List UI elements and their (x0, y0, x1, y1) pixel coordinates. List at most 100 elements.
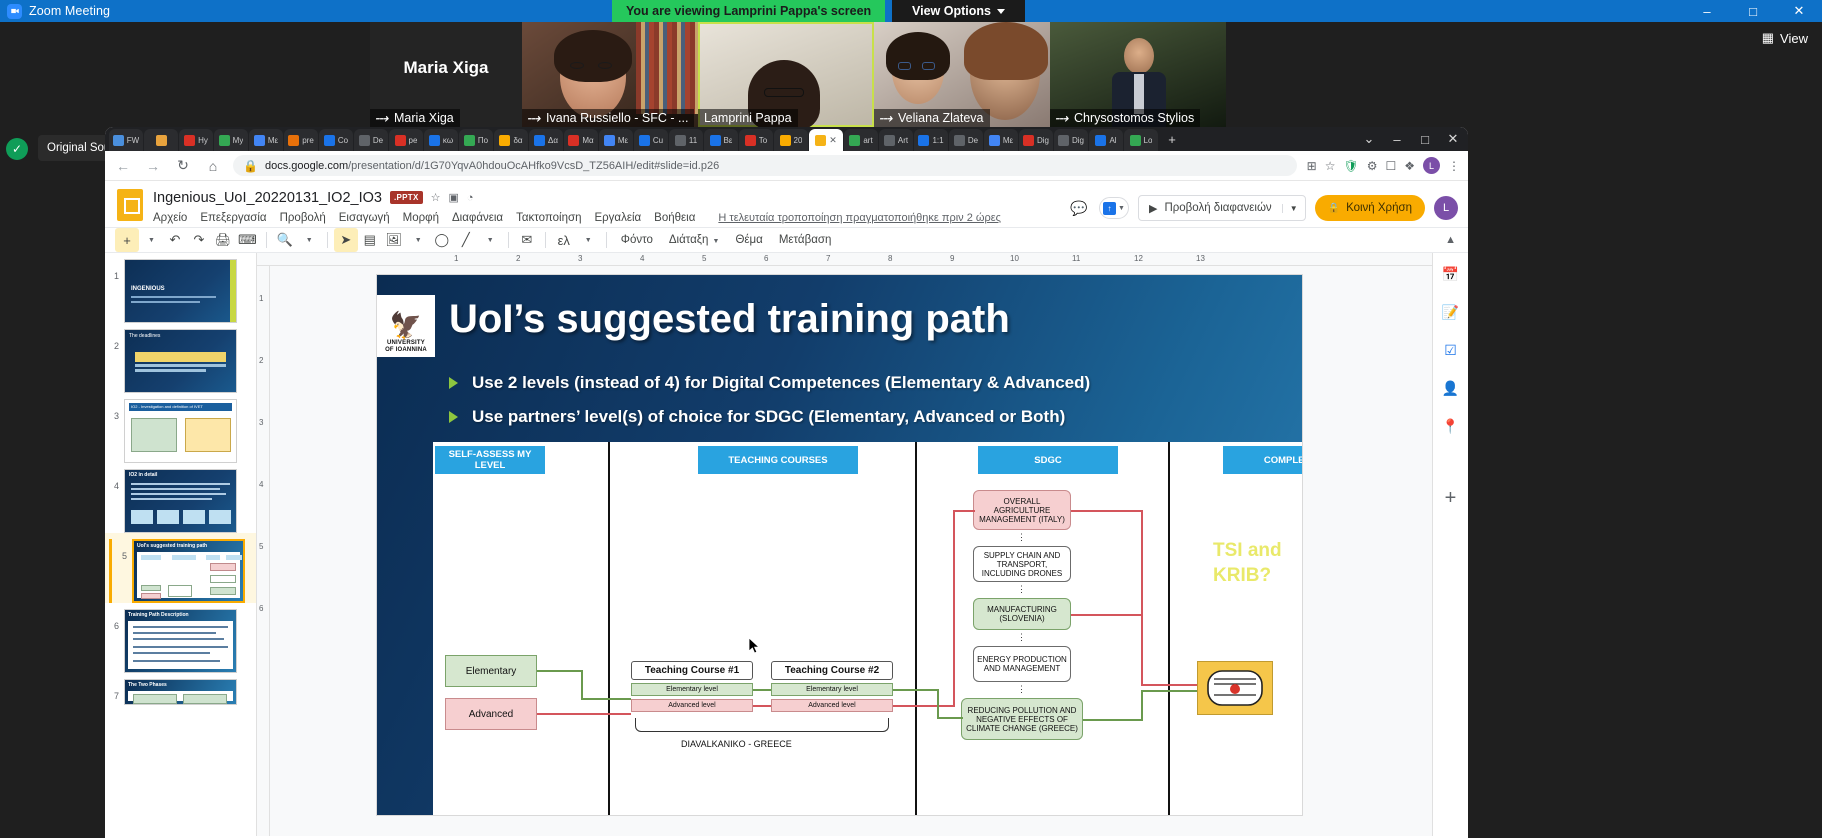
browser-tab-active[interactable]: ✕ (809, 129, 843, 151)
browser-tab[interactable]: Al (1089, 129, 1123, 151)
menu-view[interactable]: Προβολή (280, 212, 326, 224)
slide-thumbnail[interactable]: INGENIOUS (124, 259, 237, 323)
filmstrip-item[interactable]: 2 The deadlines (105, 323, 256, 393)
browser-tab[interactable]: art (844, 129, 878, 151)
view-layout-button[interactable]: ▦ View (1762, 30, 1808, 46)
install-app-icon[interactable]: ⊞ (1307, 159, 1317, 173)
home-icon[interactable]: ⌂ (203, 156, 223, 176)
transition-button[interactable]: Μετάβαση (771, 234, 840, 246)
browser-tab[interactable]: To (739, 129, 773, 151)
menu-insert[interactable]: Εισαγωγή (339, 212, 390, 224)
document-title[interactable]: Ingenious_UoI_20220131_IO2_IO3 (153, 190, 382, 206)
tab-close-icon[interactable]: ✕ (829, 135, 837, 146)
teaching-course-2-title[interactable]: Teaching Course #2 (771, 661, 893, 680)
chrome-maximize-button[interactable]: □ (1412, 127, 1438, 151)
contacts-icon[interactable]: 👤 (1440, 377, 1462, 399)
filmstrip-item[interactable]: 3 IO2 - Investigation and definition of … (105, 393, 256, 463)
share-button[interactable]: 🔒 Κοινή Χρήση (1314, 195, 1425, 221)
teaching-course-1-title[interactable]: Teaching Course #1 (631, 661, 753, 680)
present-dropdown-caret[interactable]: ▼ (1281, 203, 1305, 213)
menu-arrange[interactable]: Τακτοποίηση (516, 212, 581, 224)
browser-tab[interactable]: Mε (984, 129, 1018, 151)
profile-avatar[interactable]: L (1423, 157, 1440, 174)
teaching-course-2-elementary[interactable]: Elementary level (771, 683, 893, 696)
print-icon[interactable]: 🖨 (211, 228, 235, 252)
redo-icon[interactable]: ↷ (187, 228, 211, 252)
input-tools-dropdown[interactable]: ▼ (576, 228, 600, 252)
forward-icon[interactable]: → (143, 156, 163, 176)
menu-edit[interactable]: Επεξεργασία (200, 212, 266, 224)
browser-tab[interactable]: Art (879, 129, 913, 151)
theme-button[interactable]: Θέμα (727, 234, 770, 246)
chrome-menu-icon[interactable]: ⋮ (1448, 159, 1460, 173)
filmstrip-item[interactable]: 7 The Two Phases (105, 673, 256, 705)
browser-tab[interactable]: Mα (564, 129, 598, 151)
video-tile-veliana-zlateva[interactable]: ⤏ Veliana Zlateva (874, 22, 1050, 127)
browser-tab[interactable]: Βε (704, 129, 738, 151)
video-tile-lamprini-pappa[interactable]: Lamprini Pappa (698, 22, 874, 127)
browser-tab[interactable]: Δα (529, 129, 563, 151)
slide-bullet-2[interactable]: Use partners’ level(s) of choice for SDG… (449, 407, 1065, 427)
browser-tab[interactable]: δα (494, 129, 528, 151)
slide-bullet-1[interactable]: Use 2 levels (instead of 4) for Digital … (449, 373, 1090, 393)
line-icon[interactable]: ╱ (454, 228, 478, 252)
browser-tab[interactable]: κω (424, 129, 458, 151)
menu-file[interactable]: Αρχείο (153, 212, 187, 224)
video-tile-maria-xiga[interactable]: Maria Xiga ⤏ Maria Xiga (370, 22, 522, 127)
layout-button[interactable]: Διάταξη ▼ (661, 234, 728, 246)
browser-tab[interactable]: Dig (1019, 129, 1053, 151)
extension-puzzle-icon[interactable]: ⚙ (1367, 159, 1378, 173)
browser-tab[interactable]: FW (109, 129, 143, 151)
browser-tab[interactable]: pe (389, 129, 423, 151)
select-tool-icon[interactable]: ➤ (333, 228, 358, 252)
video-tile-ivana-russiello[interactable]: ⤏ Ivana Russiello - SFC - ... (522, 22, 698, 127)
sdgc-box-pollution[interactable]: REDUCING POLLUTION AND NEGATIVE EFFECTS … (961, 698, 1083, 740)
filmstrip-item-selected[interactable]: 5 UoI's suggested training path (105, 533, 256, 603)
teaching-course-2-advanced[interactable]: Advanced level (771, 699, 893, 712)
new-slide-button[interactable]: + (115, 228, 139, 252)
text-box-icon[interactable]: ▤ (358, 228, 382, 252)
shape-icon[interactable]: ◯ (430, 228, 454, 252)
zoom-close-button[interactable]: ✕ (1776, 0, 1822, 22)
sdgc-box-manufacturing[interactable]: MANUFACTURING (SLOVENIA) (973, 598, 1071, 630)
slide-thumbnail[interactable]: The Two Phases (124, 679, 237, 705)
browser-tab[interactable]: Dig (1054, 129, 1088, 151)
last-edit-link[interactable]: Η τελευταία τροποποίηση πραγματοποιήθηκε… (718, 212, 1001, 224)
zoom-maximize-button[interactable]: □ (1730, 0, 1776, 22)
background-button[interactable]: Φόντο (613, 234, 661, 246)
zoom-icon[interactable]: 🔍 (273, 228, 297, 252)
media-cast-icon[interactable]: ☐ (1385, 159, 1396, 173)
browser-tab[interactable]: pre (284, 129, 318, 151)
zoom-dropdown[interactable]: ▼ (297, 228, 321, 252)
move-to-drive-icon[interactable]: ▣ (448, 191, 458, 204)
browser-tab[interactable]: De (949, 129, 983, 151)
insert-comment-icon[interactable]: ✉ (515, 228, 539, 252)
menu-help[interactable]: Βοήθεια (654, 212, 695, 224)
maps-icon[interactable]: 📍 (1440, 415, 1462, 437)
slide-thumbnail[interactable]: IO2 - Investigation and definition of IV… (124, 399, 237, 463)
reload-icon[interactable]: ↻ (173, 156, 193, 176)
view-options-button[interactable]: View Options (892, 0, 1025, 22)
publish-upload-button[interactable]: ↑ ▼ (1098, 197, 1129, 219)
video-tile-chrysostomos-stylios[interactable]: ⤏ Chrysostomos Stylios (1050, 22, 1226, 127)
bookmark-star-icon[interactable]: ☆ (1325, 159, 1336, 173)
slide-thumbnail[interactable]: Training Path Description (124, 609, 237, 673)
add-addon-icon[interactable]: + (1440, 487, 1462, 509)
new-tab-button[interactable]: + (1159, 127, 1185, 151)
level-box-advanced[interactable]: Advanced (445, 698, 537, 730)
input-tools-icon[interactable]: ελ (552, 228, 576, 252)
zoom-minimize-button[interactable]: – (1684, 0, 1730, 22)
filmstrip-item[interactable]: 1 INGENIOUS (105, 253, 256, 323)
shield-icon[interactable]: 🛡 (1343, 159, 1358, 173)
insert-image-dropdown[interactable]: ▼ (406, 228, 430, 252)
browser-tab[interactable]: Lo (1124, 129, 1158, 151)
chrome-minimize-button[interactable]: – (1384, 127, 1410, 151)
tab-search-button[interactable]: ⌄ (1356, 127, 1382, 151)
browser-tab[interactable]: 11 (669, 129, 703, 151)
browser-tab[interactable]: My (214, 129, 248, 151)
browser-tab[interactable]: Cu (634, 129, 668, 151)
browser-tab[interactable] (144, 129, 178, 151)
calendar-icon[interactable]: 📅 (1440, 263, 1462, 285)
browser-tab[interactable]: Mε (599, 129, 633, 151)
completion-certificate-badge[interactable] (1197, 661, 1273, 715)
